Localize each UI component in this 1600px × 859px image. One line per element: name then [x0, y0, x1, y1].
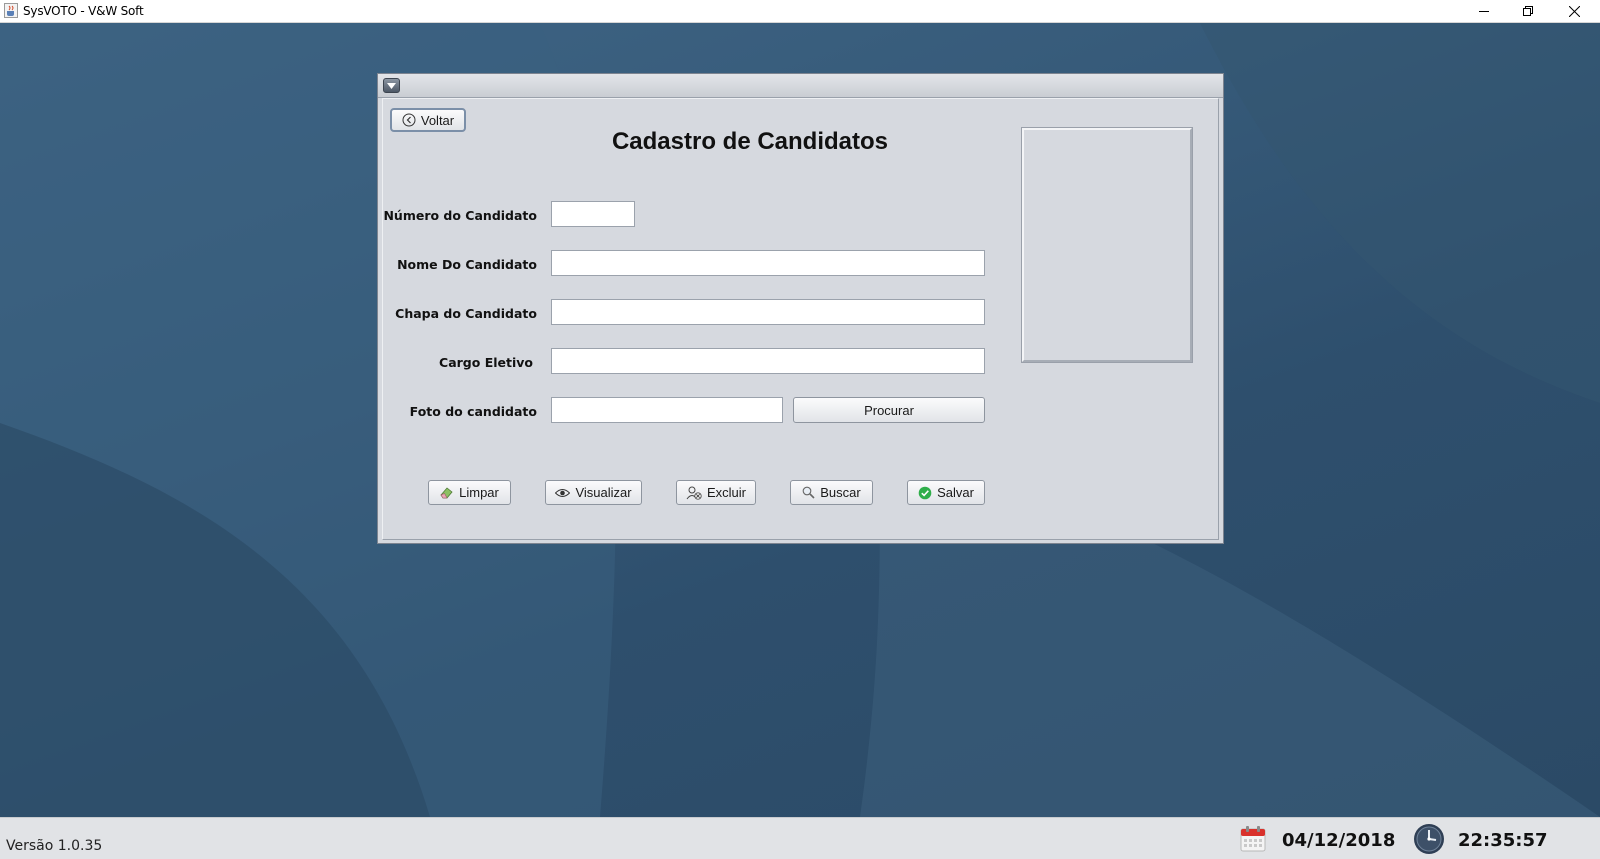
check-circle-icon — [918, 486, 932, 499]
view-button[interactable]: Visualizar — [545, 480, 642, 505]
search-icon — [802, 486, 815, 499]
numero-label: Número do Candidato — [383, 208, 537, 223]
page-title: Cadastro de Candidatos — [611, 128, 889, 155]
restore-button[interactable] — [1506, 0, 1550, 22]
current-date: 04/12/2018 — [1282, 830, 1396, 851]
clear-button-label: Limpar — [459, 485, 499, 500]
remove-user-icon — [686, 486, 702, 500]
view-button-label: Visualizar — [575, 485, 632, 500]
minimize-button[interactable] — [1462, 0, 1506, 22]
candidate-photo-preview — [1021, 127, 1193, 363]
search-button-label: Buscar — [820, 485, 861, 500]
java-cup-icon — [4, 3, 18, 18]
window-titlebar: SysVOTO - V&W Soft — [0, 0, 1600, 23]
nome-label: Nome Do Candidato — [397, 257, 537, 272]
minimize-icon — [1479, 11, 1489, 12]
search-button[interactable]: Buscar — [790, 480, 873, 505]
status-bar: Versão 1.0.35 04/12/2018 22:35:57 — [0, 817, 1600, 859]
delete-button-label: Excluir — [706, 485, 746, 500]
back-button-label: Voltar — [420, 112, 455, 128]
back-button[interactable]: Voltar — [390, 108, 466, 132]
delete-button[interactable]: Excluir — [676, 480, 756, 505]
chapa-label: Chapa do Candidato — [395, 306, 537, 321]
numero-input[interactable] — [551, 201, 635, 227]
browse-photo-button[interactable]: Procurar — [793, 397, 985, 423]
foto-path-input[interactable] — [551, 397, 783, 423]
frame-menu-button[interactable] — [383, 78, 400, 93]
chevron-down-icon — [387, 82, 396, 89]
eraser-icon — [440, 486, 453, 498]
nome-input[interactable] — [551, 250, 985, 276]
close-icon — [1568, 5, 1580, 17]
chapa-input[interactable] — [551, 299, 985, 325]
foto-label: Foto do candidato — [409, 404, 537, 419]
clear-button[interactable]: Limpar — [428, 480, 511, 505]
current-time: 22:35:57 — [1458, 830, 1548, 851]
back-arrow-icon — [402, 113, 416, 127]
clock-icon — [1414, 824, 1444, 854]
close-button[interactable] — [1552, 0, 1596, 22]
calendar-icon — [1240, 826, 1266, 852]
window-title: SysVOTO - V&W Soft — [23, 4, 144, 18]
internal-frame-titlebar — [378, 74, 1223, 98]
cargo-label: Cargo Eletivo — [439, 355, 533, 370]
browse-button-label: Procurar — [864, 402, 914, 418]
version-label: Versão 1.0.35 — [6, 838, 103, 854]
eye-icon — [555, 488, 571, 497]
save-button-label: Salvar — [937, 485, 974, 500]
save-button[interactable]: Salvar — [907, 480, 985, 505]
restore-icon — [1523, 6, 1533, 16]
cargo-input[interactable] — [551, 348, 985, 374]
